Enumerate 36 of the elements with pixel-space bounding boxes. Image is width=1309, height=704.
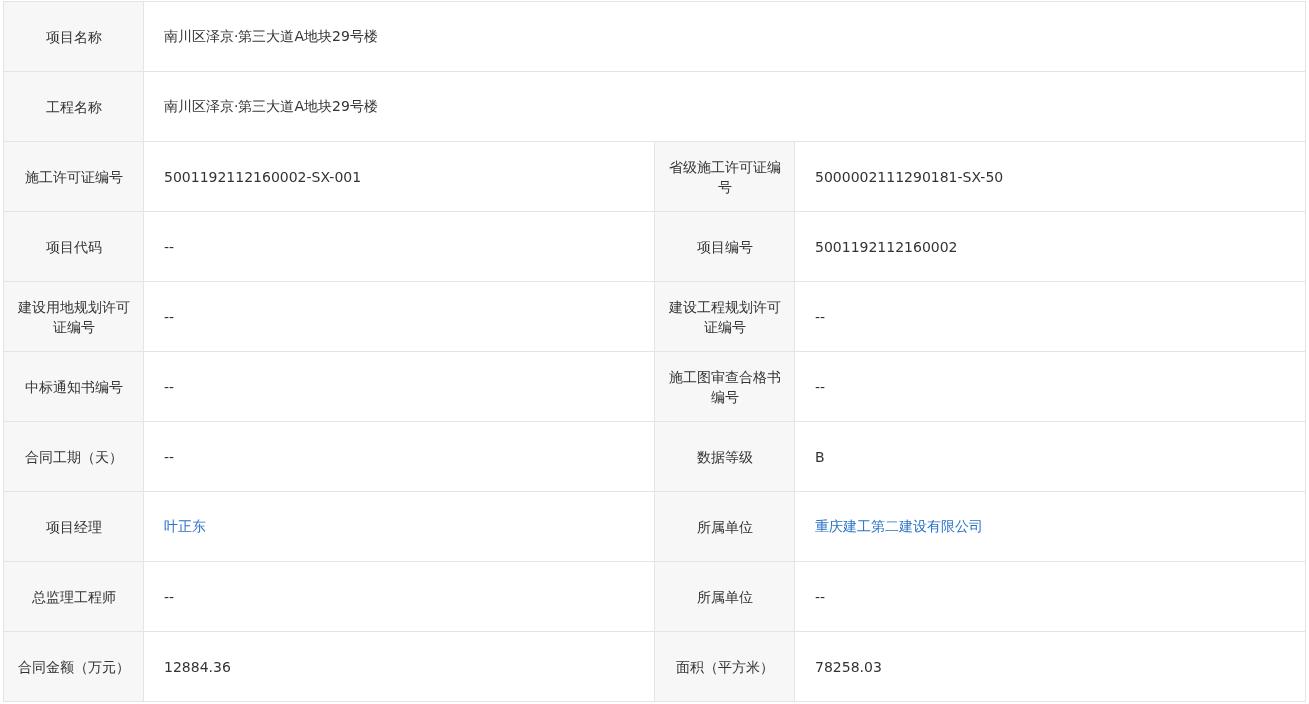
- field-value: 南川区泽京·第三大道A地块29号楼: [164, 27, 378, 46]
- field-label: 合同金额（万元）: [17, 657, 130, 677]
- field-value: --: [815, 588, 826, 605]
- field-value: 5001192112160002-SX-001: [164, 168, 362, 185]
- field-value: --: [164, 308, 175, 325]
- field-value: --: [164, 238, 175, 255]
- field-value: 5000002111290181-SX-50: [815, 168, 1004, 185]
- field-label: 建设用地规划许可证编号: [16, 297, 131, 337]
- field-label: 项目代码: [45, 237, 102, 257]
- field-link[interactable]: 叶正东: [164, 517, 206, 536]
- field-label: 项目经理: [45, 517, 102, 537]
- field-label: 施工许可证编号: [24, 167, 123, 187]
- field-label: 建设工程规划许可证编号: [667, 297, 782, 337]
- field-value: 5001192112160002: [815, 238, 958, 255]
- field-label: 所属单位: [696, 587, 753, 607]
- field-label: 合同工期（天）: [24, 447, 123, 467]
- field-value: --: [164, 378, 175, 395]
- field-label: 项目编号: [696, 237, 753, 257]
- field-label: 省级施工许可证编号: [667, 157, 782, 197]
- field-value: --: [815, 378, 826, 395]
- field-label: 数据等级: [696, 447, 753, 467]
- field-label: 施工图审查合格书编号: [667, 367, 782, 407]
- field-label: 中标通知书编号: [24, 377, 123, 397]
- field-value: --: [164, 448, 175, 465]
- field-label: 所属单位: [696, 517, 753, 537]
- field-value: B: [815, 448, 825, 465]
- field-label: 面积（平方米）: [675, 657, 774, 677]
- field-link[interactable]: 重庆建工第二建设有限公司: [815, 517, 983, 536]
- field-label: 项目名称: [45, 27, 102, 47]
- field-value: 12884.36: [164, 658, 231, 675]
- field-value: --: [164, 588, 175, 605]
- field-value: 南川区泽京·第三大道A地块29号楼: [164, 97, 378, 116]
- field-label: 总监理工程师: [31, 587, 116, 607]
- field-label: 工程名称: [45, 97, 102, 117]
- field-value: 78258.03: [815, 658, 882, 675]
- field-value: --: [815, 308, 826, 325]
